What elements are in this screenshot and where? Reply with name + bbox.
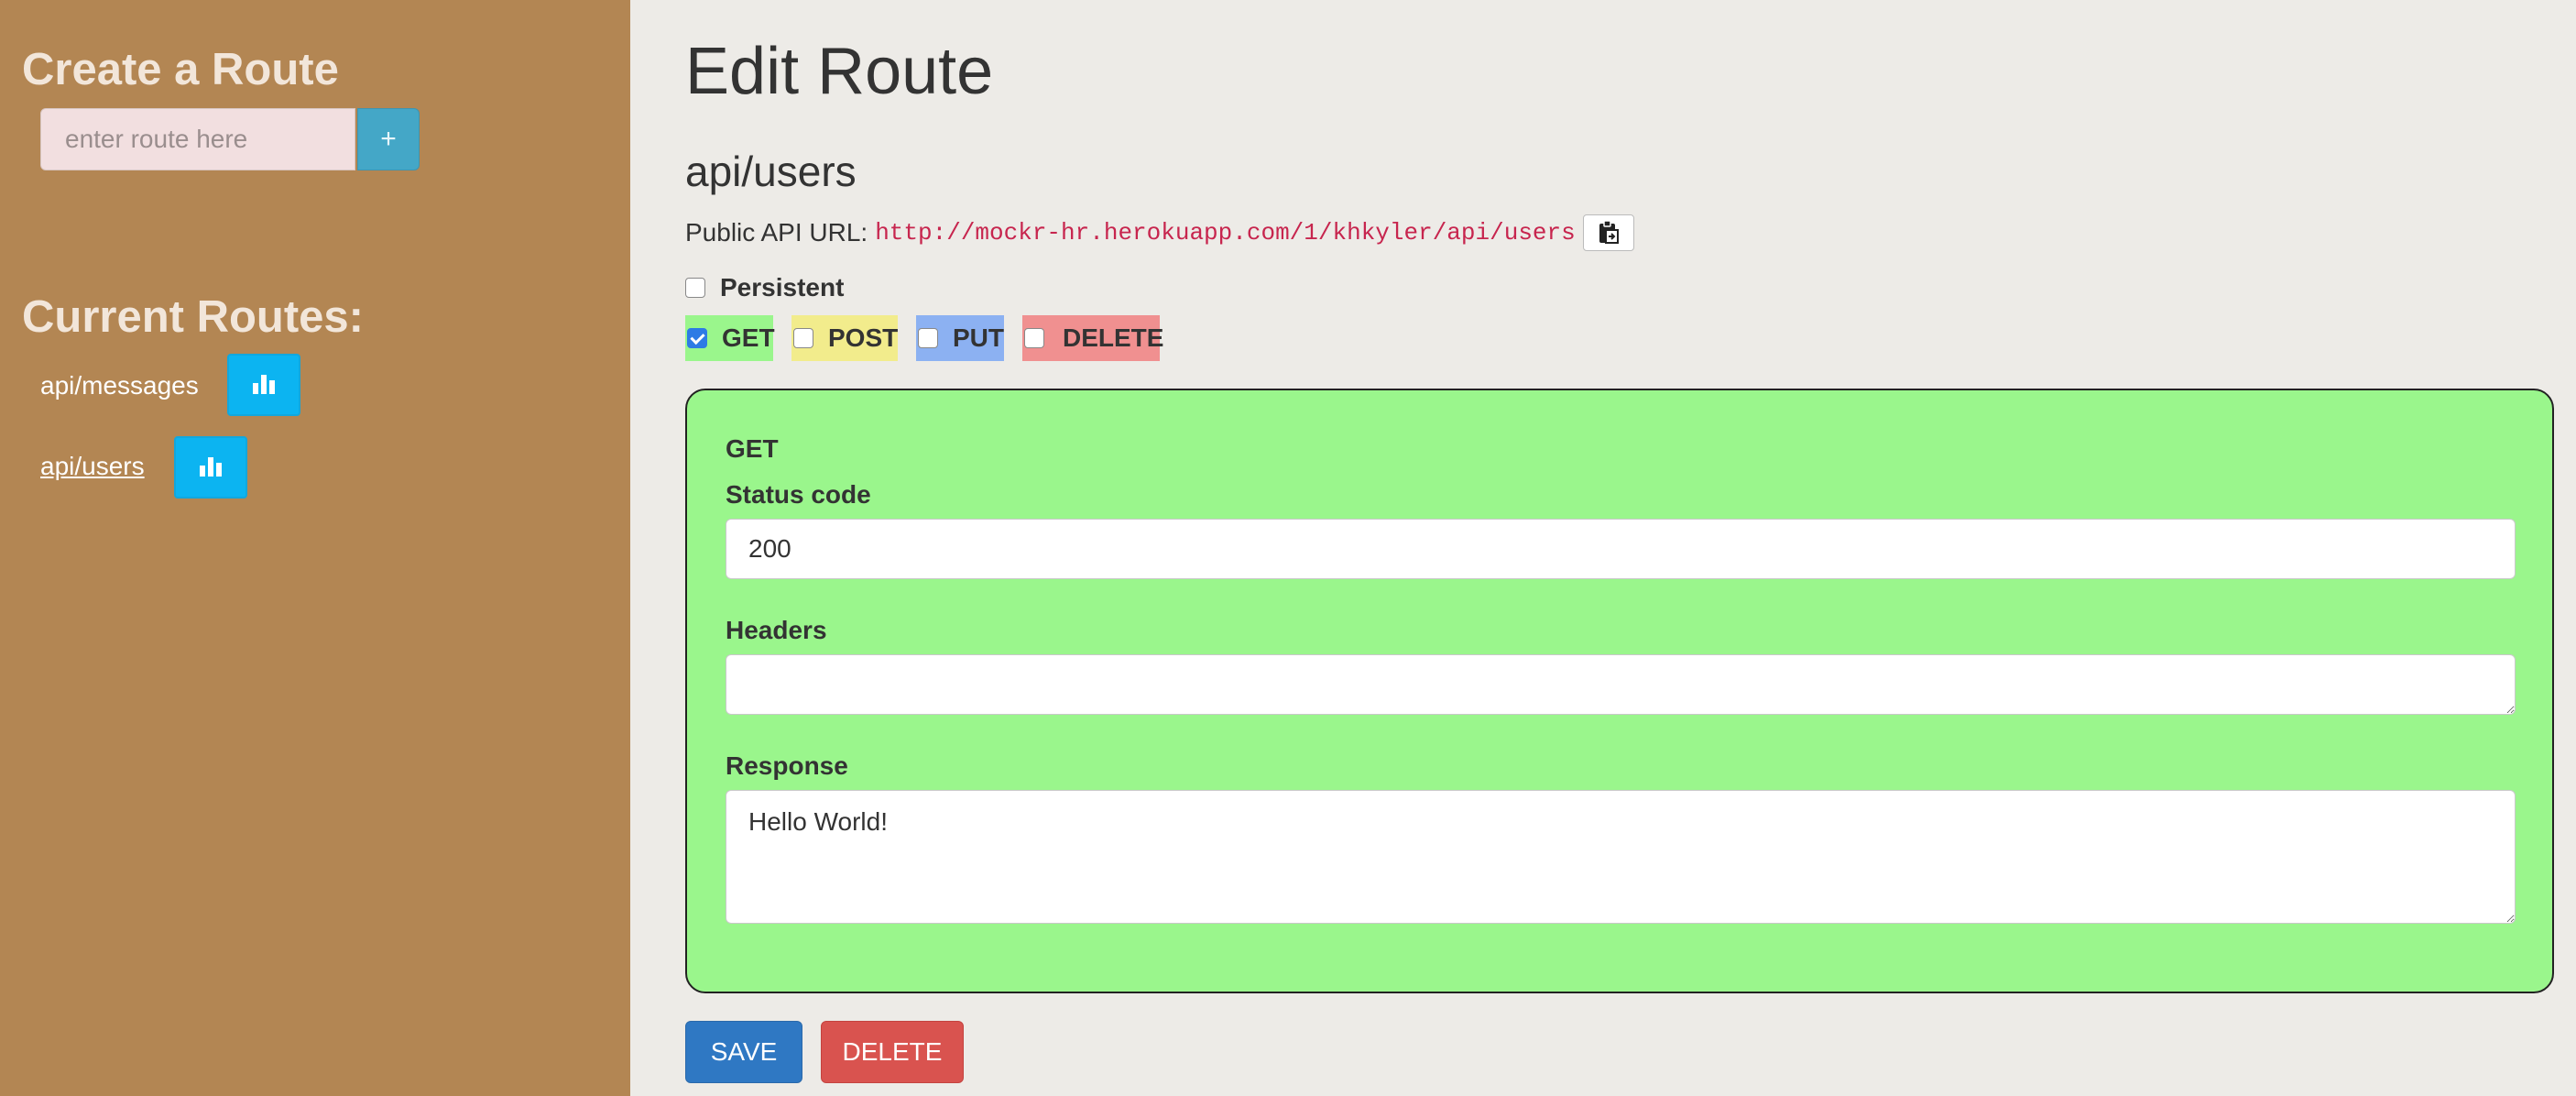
response-label: Response: [726, 751, 848, 780]
panel-method-title: GET: [726, 434, 779, 463]
method-put-checkbox[interactable]: [918, 328, 938, 348]
bar-chart-icon: [251, 372, 277, 399]
route-link-api-messages[interactable]: api/messages: [40, 373, 199, 399]
status-code-label: Status code: [726, 480, 871, 509]
current-routes-title: Current Routes:: [22, 292, 364, 342]
sidebar: Create a Route + Current Routes: api/mes…: [0, 0, 630, 1096]
bar-chart-icon: [198, 455, 224, 481]
method-post-toggle[interactable]: POST: [791, 315, 898, 361]
public-api-url: http://mockr-hr.herokuapp.com/1/khkyler/…: [875, 219, 1576, 247]
page-title: Edit Route: [685, 35, 994, 108]
persistent-toggle[interactable]: Persistent: [685, 271, 844, 304]
persistent-checkbox[interactable]: [685, 278, 705, 298]
method-get-checkbox[interactable]: [687, 328, 707, 348]
public-api-row: Public API URL: http://mockr-hr.herokuap…: [685, 213, 1634, 253]
main-content: Edit Route api/users Public API URL: htt…: [630, 0, 2576, 1096]
route-name: api/users: [685, 148, 857, 195]
status-code-input[interactable]: [726, 519, 2516, 579]
public-api-label: Public API URL:: [685, 218, 868, 247]
method-get-label: GET: [722, 323, 775, 352]
method-delete-toggle[interactable]: DELETE: [1022, 315, 1164, 361]
add-route-button[interactable]: +: [357, 108, 420, 170]
save-button[interactable]: SAVE: [685, 1021, 802, 1083]
headers-textarea[interactable]: [726, 654, 2516, 715]
copy-url-button[interactable]: [1582, 214, 1634, 251]
headers-label: Headers: [726, 616, 827, 644]
method-put-toggle[interactable]: PUT: [916, 315, 1004, 361]
stats-button-api-messages[interactable]: [227, 354, 300, 416]
route-link-api-users[interactable]: api/users: [40, 454, 145, 479]
persistent-label: Persistent: [720, 273, 845, 301]
method-get-toggle[interactable]: GET: [685, 315, 775, 361]
create-route-title: Create a Route: [22, 45, 339, 94]
route-input[interactable]: [40, 108, 355, 170]
method-post-checkbox[interactable]: [793, 328, 813, 348]
method-delete-checkbox[interactable]: [1024, 328, 1044, 348]
stats-button-api-users[interactable]: [174, 436, 247, 499]
method-post-label: POST: [828, 323, 899, 352]
response-textarea[interactable]: Hello World!: [726, 790, 2516, 924]
method-config-panel: GET Status code Headers Response Hello W…: [685, 389, 2554, 993]
delete-route-button[interactable]: DELETE: [821, 1021, 964, 1083]
method-delete-label: DELETE: [1063, 323, 1164, 352]
method-selector: GET POST PUT DELETE: [685, 315, 1178, 361]
clipboard-icon: [1598, 219, 1620, 247]
method-put-label: PUT: [953, 323, 1004, 352]
